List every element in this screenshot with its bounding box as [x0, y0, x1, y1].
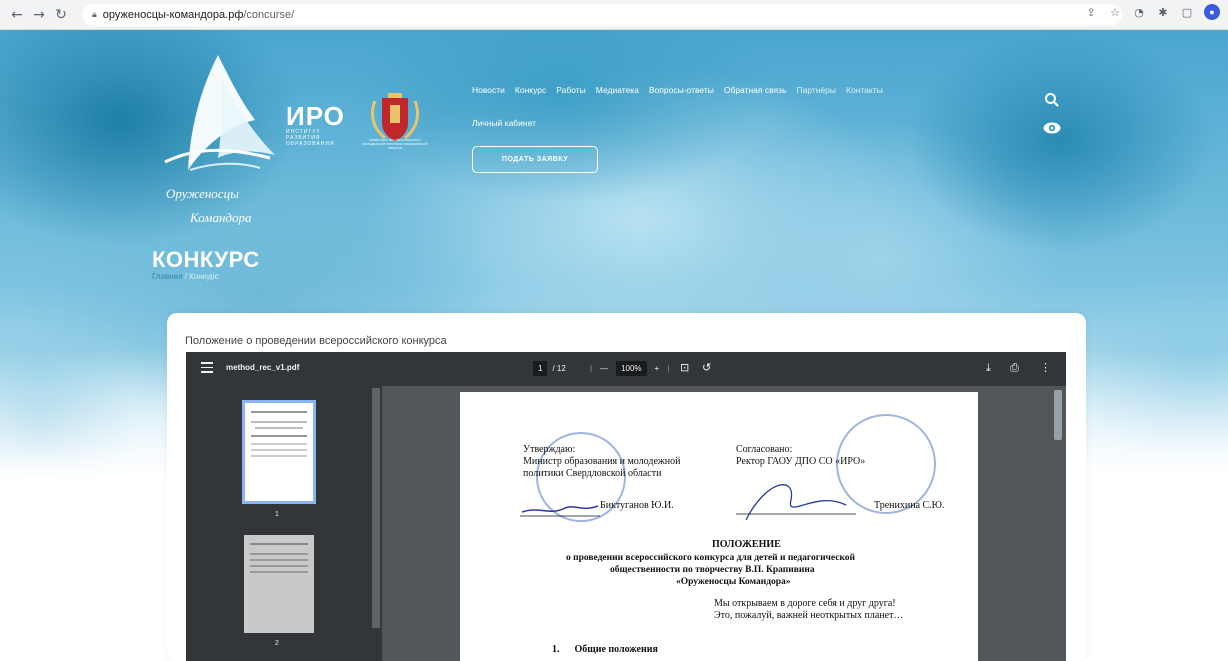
thumbnail-page-1[interactable] [242, 400, 316, 504]
breadcrumb-home[interactable]: Главная [152, 272, 182, 281]
ministry-caption: МИНИСТЕРСТВО ОБРАЗОВАНИЯ И МОЛОДЕЖНОЙ ПО… [362, 138, 428, 150]
address-bar[interactable]: 🔒︎ оруженосцы-командора.рф /concurse/ [82, 3, 1122, 26]
profile-avatar[interactable]: ● [1204, 4, 1220, 20]
sidepanel-icon[interactable]: ▢ [1180, 5, 1194, 19]
reload-icon[interactable]: ↻ [50, 4, 72, 26]
logo-text-2: Командора [189, 210, 252, 225]
url-path: /concurse/ [243, 8, 295, 21]
page-scrollbar[interactable] [1054, 390, 1062, 440]
menu-icon[interactable] [201, 362, 213, 374]
page-title: КОНКУРС [152, 247, 260, 272]
menu-item-partners[interactable]: Партнёры [796, 85, 836, 95]
menu-item-media[interactable]: Медиатека [596, 85, 639, 95]
pdf-viewer: method_rec_v1.pdf 1 / 12 | — 100% + | ⊡ … [186, 352, 1066, 661]
fit-page-icon[interactable]: ⊡ [680, 361, 689, 374]
browser-toolbar: ← → ↻ 🔒︎ оруженосцы-командора.рф /concur… [0, 0, 1228, 30]
breadcrumb: Главная / Конкурс [152, 272, 219, 281]
signature-left [520, 505, 600, 517]
pdf-filename: method_rec_v1.pdf [226, 363, 300, 372]
menu-item-works[interactable]: Работы [556, 85, 586, 95]
rotate-icon[interactable]: ↺ [702, 361, 711, 374]
zoom-out-button[interactable]: — [600, 364, 608, 373]
more-options-icon[interactable]: ⋮ [1040, 361, 1051, 374]
print-icon[interactable]: ⎙ [1010, 361, 1019, 375]
thumbnail-label-1: 1 [275, 511, 279, 518]
pdf-toolbar: method_rec_v1.pdf 1 / 12 | — 100% + | ⊡ … [186, 352, 1066, 386]
signature-right [736, 484, 856, 521]
menu-item-contacts[interactable]: Контакты [846, 85, 883, 95]
zoom-input[interactable]: 100% [616, 361, 647, 376]
lock-icon: 🔒︎ [92, 9, 97, 20]
menu-item-news[interactable]: Новости [472, 85, 505, 95]
page-indicator: 1 / 12 [533, 361, 566, 376]
zoom-in-button[interactable]: + [655, 364, 660, 373]
apply-button[interactable]: ПОДАТЬ ЗАЯВКУ [472, 146, 598, 173]
search-icon[interactable] [1044, 92, 1060, 108]
iro-logo[interactable]: ИРО ИНСТИТУТ РАЗВИТИЯ ОБРАЗОВАНИЯ [286, 103, 350, 153]
menu-item-contest[interactable]: Конкурс [515, 85, 546, 95]
extensions-icon[interactable]: ✱ [1156, 5, 1170, 19]
sidebar-scrollbar[interactable] [372, 388, 380, 628]
accessibility-eye-icon[interactable] [1043, 122, 1061, 134]
page-number-input[interactable]: 1 [533, 361, 548, 376]
card-title: Положение о проведении всероссийского ко… [185, 335, 447, 347]
page-total: / 12 [552, 364, 566, 373]
menu-item-feedback[interactable]: Обратная связь [724, 85, 787, 95]
thumbnail-label-2: 2 [275, 640, 279, 647]
breadcrumb-current: / Конкурс [184, 272, 219, 281]
sail-logo[interactable]: Оруженосцы Командора [160, 50, 280, 240]
back-icon[interactable]: ← [6, 4, 28, 26]
pdf-page: Утверждаю: Министр образования и молодеж… [460, 392, 978, 661]
menu-item-faq[interactable]: Вопросы-ответы [649, 85, 714, 95]
logo-text-1: Оруженосцы [166, 186, 239, 201]
zoom-controls: | — 100% + | [590, 361, 669, 376]
share-icon[interactable]: ⇪ [1084, 5, 1098, 19]
thumbnail-page-2[interactable] [244, 535, 314, 633]
menu-item-cabinet[interactable]: Личный кабинет [472, 118, 536, 128]
url-host: оруженосцы-командора.рф [102, 8, 244, 21]
forward-icon[interactable]: → [28, 4, 50, 26]
download-icon[interactable]: ⤓ [986, 361, 991, 375]
star-icon[interactable]: ☆ [1108, 5, 1122, 19]
extension-search-icon[interactable]: ◔ [1132, 5, 1146, 19]
main-menu: Новости Конкурс Работы Медиатека Вопросы… [472, 85, 883, 95]
